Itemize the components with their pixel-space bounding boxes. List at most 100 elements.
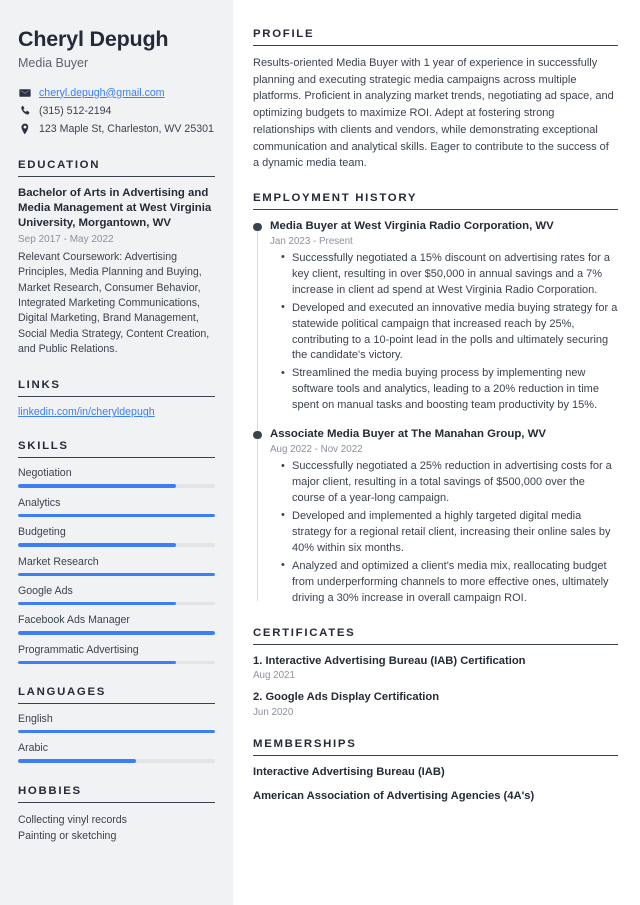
envelope-icon: [18, 87, 31, 99]
links-section: LINKS linkedin.com/in/cheryldepugh: [18, 379, 215, 418]
timeline-dot-icon: [253, 430, 262, 440]
skill-label: Budgeting: [18, 526, 66, 539]
resume-page: Cheryl Depugh Media Buyer cheryl.depugh@…: [0, 0, 640, 905]
profile-section: PROFILE Results-oriented Media Buyer wit…: [253, 28, 618, 172]
skill-bar-fill: [18, 513, 215, 518]
skill-bar-track: [18, 484, 215, 488]
employment-section: EMPLOYMENT HISTORY Media Buyer at West V…: [253, 192, 618, 606]
language-bar-fill: [18, 759, 137, 763]
links-heading: LINKS: [18, 379, 215, 398]
education-section: EDUCATION Bachelor of Arts in Advertisin…: [18, 159, 215, 358]
employment-heading: EMPLOYMENT HISTORY: [253, 192, 618, 211]
skill-item: Budgeting: [18, 526, 215, 547]
job-bullet-list: Successfully negotiated a 15% discount o…: [270, 250, 618, 414]
skill-item: Negotiation: [18, 467, 215, 488]
membership-item: American Association of Advertising Agen…: [253, 790, 535, 803]
job-date: Aug 2022 - Nov 2022: [270, 444, 363, 456]
certificate-date: Aug 2021: [253, 670, 295, 682]
certificate-date: Jun 2020: [253, 706, 294, 718]
skills-heading: SKILLS: [18, 440, 215, 459]
job-bullet: Analyzed and optimized a client's media …: [281, 558, 618, 607]
skill-bar-fill: [18, 660, 176, 665]
skill-bar-track: [18, 631, 215, 635]
job-bullet-list: Successfully negotiated a 25% reduction …: [270, 459, 618, 606]
language-label: Arabic: [18, 742, 49, 755]
skill-bar-track: [18, 601, 215, 606]
memberships-section: MEMBERSHIPS Interactive Advertising Bure…: [253, 738, 618, 804]
language-bar-track: [18, 759, 215, 763]
skill-label: Facebook Ads Manager: [18, 614, 130, 627]
skill-label: Negotiation: [18, 467, 72, 480]
job-bullet: Developed and implemented a highly targe…: [281, 508, 618, 557]
education-degree: Bachelor of Arts in Advertising and Medi…: [18, 186, 212, 230]
job-title: Media Buyer at West Virginia Radio Corpo…: [270, 220, 554, 233]
skill-bar-fill: [18, 572, 215, 576]
skill-label: Programmatic Advertising: [18, 643, 139, 656]
skill-bar-track: [18, 572, 215, 576]
link-item[interactable]: linkedin.com/in/cheryldepugh: [18, 406, 215, 418]
languages-section: LANGUAGES English Arabic: [18, 686, 215, 763]
candidate-job-title: Media Buyer: [18, 55, 89, 70]
skill-bar-fill: [18, 601, 176, 606]
certificate-title: 1. Interactive Advertising Bureau (IAB) …: [253, 654, 526, 667]
hobby-item: Painting or sketching: [18, 830, 117, 843]
language-bar-track: [18, 730, 215, 734]
language-label: English: [18, 713, 53, 726]
hobbies-section: HOBBIES Collecting vinyl records Paintin…: [18, 785, 215, 845]
language-bar-fill: [18, 730, 215, 734]
membership-item: Interactive Advertising Bureau (IAB): [253, 765, 445, 778]
contact-phone-row: (315) 512-2194: [18, 105, 215, 117]
skill-item: Market Research: [18, 556, 215, 576]
skill-item: Programmatic Advertising: [18, 643, 215, 665]
skill-item: Google Ads: [18, 584, 215, 606]
skill-bar-track: [18, 660, 215, 665]
contact-email-row[interactable]: cheryl.depugh@gmail.com: [18, 87, 215, 99]
contact-block: cheryl.depugh@gmail.com (315) 512-2194 1…: [18, 87, 215, 135]
hobbies-heading: HOBBIES: [18, 785, 215, 803]
contact-address-text: 123 Maple St, Charleston, WV 25301: [39, 122, 214, 135]
certificate-title: 2. Google Ads Display Certification: [253, 691, 440, 704]
education-date: Sep 2017 - May 2022: [18, 233, 114, 245]
phone-icon: [18, 105, 31, 117]
memberships-heading: MEMBERSHIPS: [253, 738, 618, 756]
certificate-item: 2. Google Ads Display Certification Jun …: [253, 690, 618, 718]
job-bullet: Successfully negotiated a 25% reduction …: [281, 459, 618, 507]
hobby-item: Collecting vinyl records: [18, 813, 127, 826]
skills-section: SKILLS Negotiation Analytics Budgeting M…: [18, 440, 215, 665]
skill-bar-fill: [18, 484, 176, 488]
job-date: Jan 2023 - Present: [270, 235, 353, 247]
certificates-section: CERTIFICATES 1. Interactive Advertising …: [253, 627, 618, 718]
contact-email-link[interactable]: cheryl.depugh@gmail.com: [39, 87, 165, 99]
job-bullet: Developed and executed an innovative med…: [281, 300, 618, 365]
job-entry: Media Buyer at West Virginia Radio Corpo…: [253, 219, 618, 414]
skill-bar-track: [18, 513, 215, 518]
certificate-item: 1. Interactive Advertising Bureau (IAB) …: [253, 654, 618, 682]
main-column: PROFILE Results-oriented Media Buyer wit…: [233, 0, 640, 905]
profile-heading: PROFILE: [253, 28, 618, 46]
profile-text: Results-oriented Media Buyer with 1 year…: [253, 57, 614, 170]
certificates-heading: CERTIFICATES: [253, 627, 618, 645]
education-heading: EDUCATION: [18, 159, 215, 177]
map-pin-icon: [18, 123, 31, 135]
job-entry: Associate Media Buyer at The Manahan Gro…: [253, 427, 618, 606]
job-bullet: Streamlined the media buying process by …: [281, 366, 618, 414]
skill-label: Analytics: [18, 496, 61, 509]
language-item: Arabic: [18, 742, 215, 763]
job-title: Associate Media Buyer at The Manahan Gro…: [270, 428, 546, 441]
contact-address-row: 123 Maple St, Charleston, WV 25301: [18, 123, 215, 135]
skill-bar-fill: [18, 631, 215, 635]
language-item: English: [18, 713, 215, 734]
timeline-dot-icon: [253, 222, 262, 232]
education-description: Relevant Coursework: Advertising Princip…: [18, 250, 210, 355]
skill-item: Analytics: [18, 496, 215, 518]
contact-phone-text: (315) 512-2194: [39, 104, 112, 117]
candidate-name: Cheryl Depugh: [18, 27, 169, 51]
skill-bar-track: [18, 543, 215, 547]
languages-heading: LANGUAGES: [18, 686, 215, 705]
sidebar: Cheryl Depugh Media Buyer cheryl.depugh@…: [0, 0, 233, 905]
employment-timeline: Media Buyer at West Virginia Radio Corpo…: [253, 219, 618, 606]
skill-label: Google Ads: [18, 584, 73, 597]
timeline-rule: [257, 226, 259, 601]
job-bullet: Successfully negotiated a 15% discount o…: [281, 250, 618, 299]
skill-bar-fill: [18, 543, 176, 547]
